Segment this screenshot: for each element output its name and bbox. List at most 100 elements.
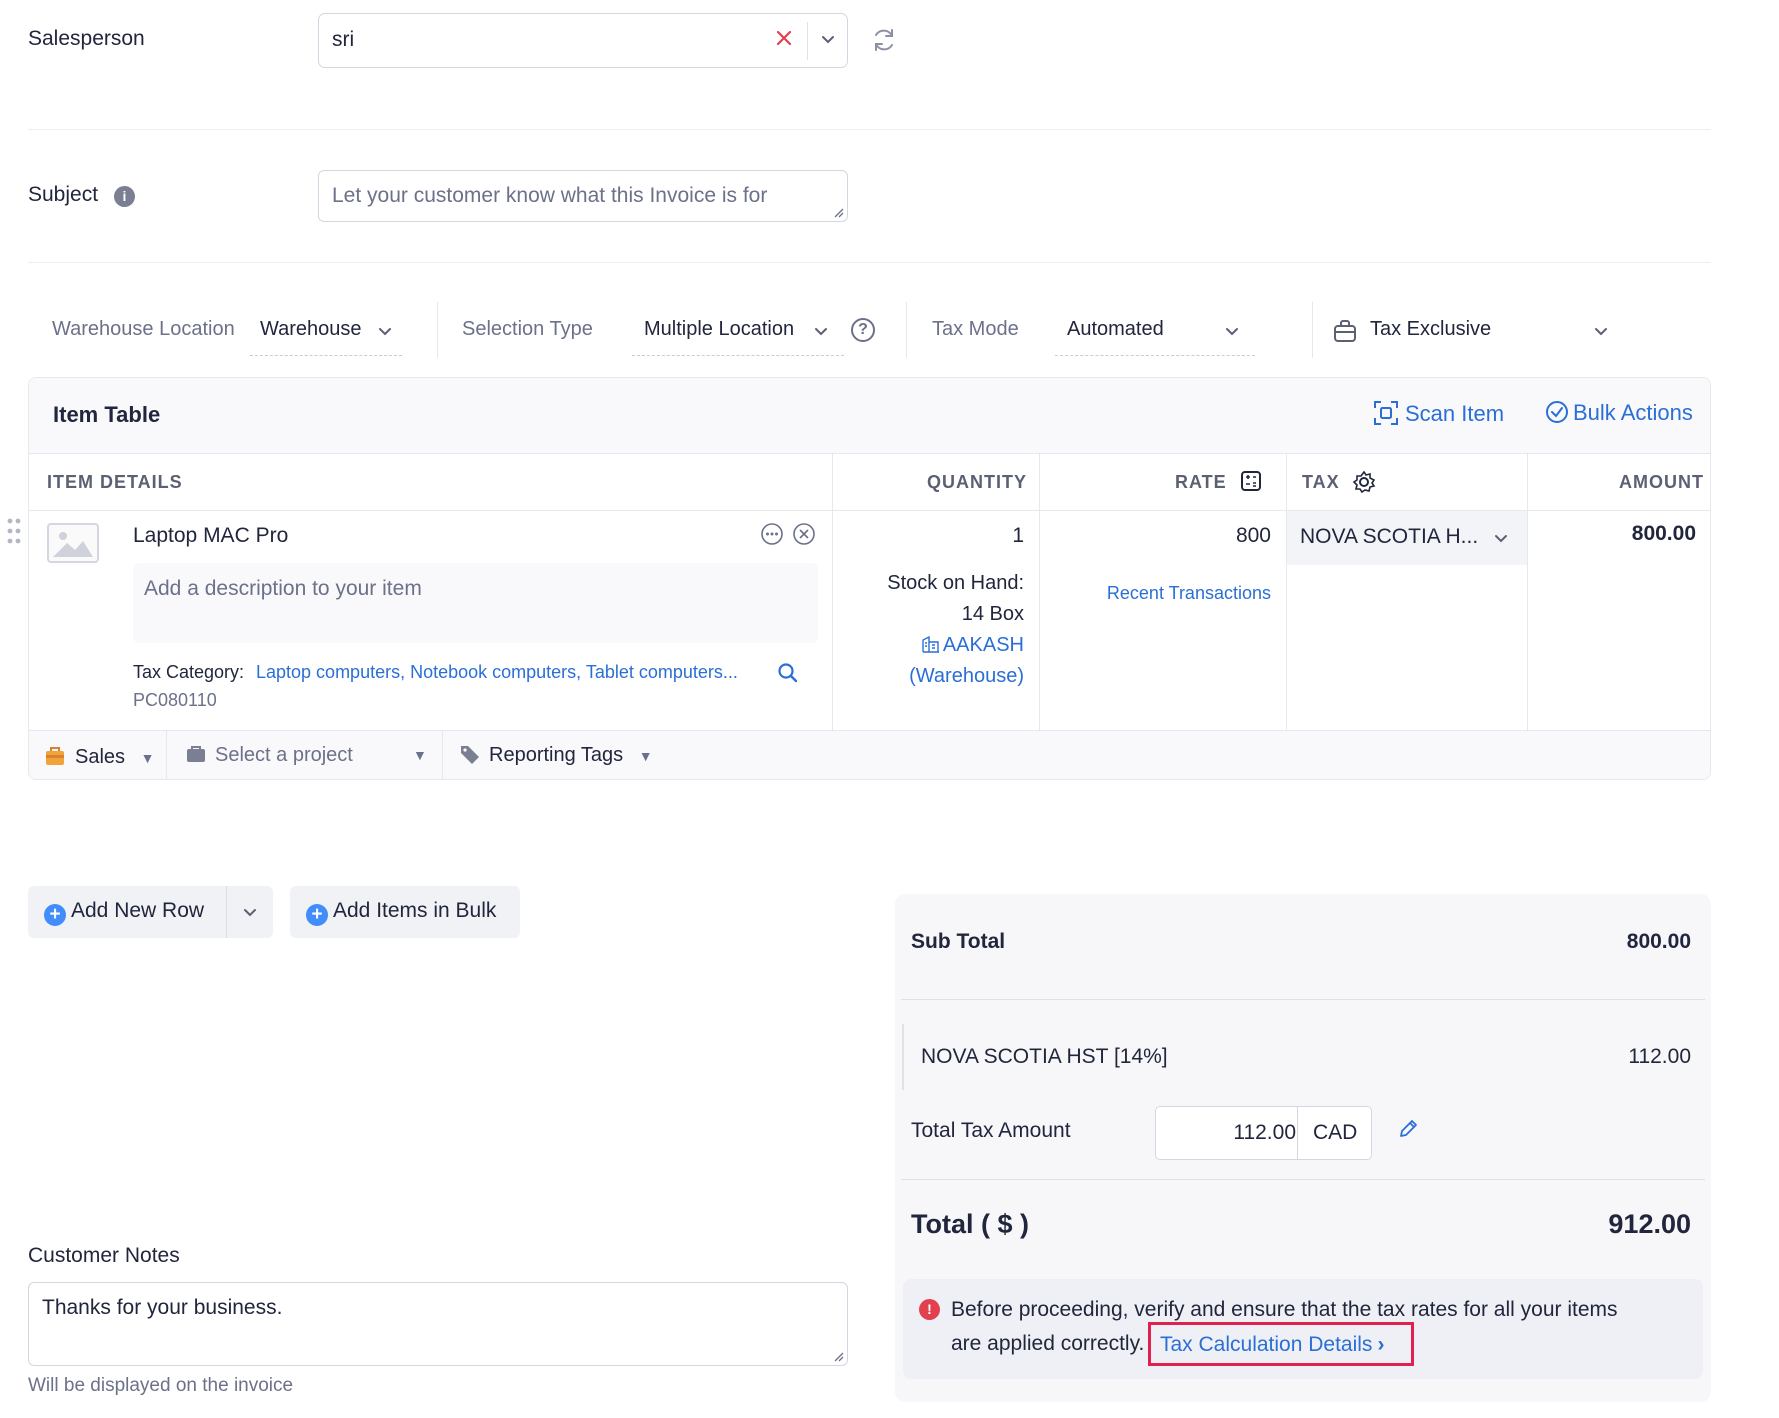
selection-type-value: Multiple Location [644,318,795,340]
tax-type-select[interactable]: Tax Exclusive [1330,306,1620,356]
settings-icon[interactable] [1352,470,1376,494]
tax-code: PC080110 [133,690,217,710]
remove-item-icon[interactable] [792,522,816,546]
clear-icon[interactable] [774,28,794,54]
summary-divider [901,999,1705,1000]
chevron-down-icon [1226,328,1238,336]
warning-icon: ! [919,1299,940,1320]
scan-icon [1374,401,1398,425]
item-table-title: Item Table [53,402,161,427]
currency-code: CAD [1313,1121,1358,1144]
notice-text-line-1: Before proceeding, verify and ensure tha… [951,1298,1618,1321]
tax-calculation-details-link[interactable]: Tax Calculation Details › [1148,1322,1414,1366]
plus-circle-icon: + [44,904,66,926]
warehouse-location-label: Warehouse Location [52,318,235,340]
col-divider [1527,454,1528,730]
tax-mode-value: Automated [1067,318,1164,340]
account-select[interactable]: Sales ▼ [43,743,154,769]
summary-divider [901,1179,1705,1180]
tax-notice: ! Before proceeding, verify and ensure t… [903,1279,1703,1379]
add-new-row-button[interactable]: + Add New Row [44,899,204,926]
warehouse-location-value: Warehouse [260,318,362,340]
help-icon[interactable]: ? [851,318,875,342]
salesperson-select[interactable]: sri [318,13,848,68]
customer-notes-label: Customer Notes [28,1244,180,1267]
customer-notes-input[interactable]: Thanks for your business. [28,1282,848,1366]
chevron-down-icon [815,328,827,336]
quantity-input[interactable]: 1 [832,524,1039,548]
col-divider [1286,454,1287,730]
selection-type-label: Selection Type [462,318,593,340]
resize-handle-icon[interactable] [832,1350,844,1362]
item-description-input[interactable]: Add a description to your item [133,563,818,643]
stock-location-link[interactable]: AAKASH [832,630,1024,661]
item-name[interactable]: Laptop MAC Pro [133,524,288,548]
rate-value: 800 [1235,524,1271,547]
item-row-footer: Sales ▼ Select a project ▼ Reporting Tag… [29,730,1710,779]
edit-pencil-icon[interactable] [1397,1118,1419,1140]
subtotal-value: 800.00 [1626,930,1691,953]
bag-icon [1334,320,1356,342]
plus-circle-icon: + [306,904,328,926]
tax-line-marker [902,1024,904,1090]
tax-category-link[interactable]: Laptop computers, Notebook computers, Ta… [256,662,738,683]
warehouse-location-select[interactable]: Warehouse [250,306,402,356]
info-icon[interactable]: i [114,186,135,207]
subject-input[interactable]: Let your customer know what this Invoice… [318,170,848,222]
caret-down-icon: ▼ [638,748,653,764]
selection-type-select[interactable]: Multiple Location [632,306,844,356]
subject-label: Subject [28,183,99,206]
project-select[interactable]: Select a project ▼ [185,743,427,767]
subtotal-label: Sub Total [911,930,1006,953]
stock-label: Stock on Hand: [887,572,1024,594]
project-placeholder: Select a project [215,744,353,766]
account-icon [46,747,64,765]
total-tax-input[interactable]: 112.00 [1156,1121,1296,1145]
bulk-actions-label: Bulk Actions [1573,400,1693,425]
total-tax-input-group: 112.00 CAD [1155,1106,1372,1160]
bulk-actions-button[interactable]: Bulk Actions [1545,400,1693,426]
item-table: Item Table Scan Item Bulk Actions ITEM D… [28,377,1711,780]
footer-divider [166,731,167,779]
tax-select[interactable]: NOVA SCOTIA H... [1287,511,1527,565]
quantity-value: 1 [1012,524,1024,547]
salesperson-label: Salesperson [28,27,145,50]
footer-divider [442,731,443,779]
drag-handle-icon[interactable] [6,517,22,547]
more-options-icon[interactable] [760,522,784,546]
tax-category-label: Tax Category: [133,662,245,682]
scan-item-label: Scan Item [1405,401,1505,426]
stock-info: Stock on Hand: 14 Box AAKASH (Warehouse) [832,568,1039,692]
resize-handle-icon[interactable] [832,206,844,218]
col-rate: RATE [1175,472,1227,492]
tax-calculation-details-label: Tax Calculation Details [1160,1333,1373,1356]
add-items-in-bulk-button[interactable]: + Add Items in Bulk [290,886,520,938]
briefcase-icon [187,746,205,762]
rate-input[interactable]: 800 [1039,524,1286,548]
chevron-down-icon [1595,328,1607,336]
select-divider [807,22,808,60]
chevron-down-icon[interactable] [241,903,259,921]
reporting-tags-select[interactable]: Reporting Tags ▼ [459,743,653,767]
tax-mode-label: Tax Mode [932,318,1019,340]
tax-mode-select[interactable]: Automated [1055,306,1255,356]
scan-item-button[interactable]: Scan Item [1373,400,1504,427]
amount-value: 800.00 [1631,522,1696,545]
total-label: Total ( $ ) [911,1209,1029,1239]
tax-line-label: NOVA SCOTIA HST [14%] [921,1045,1168,1068]
item-image-placeholder[interactable] [47,523,99,563]
toolbar-divider [1312,302,1313,358]
stock-location-type[interactable]: (Warehouse) [832,661,1024,692]
image-icon [53,532,93,557]
chevron-down-icon[interactable] [819,30,837,54]
calculator-icon[interactable] [1239,469,1263,493]
search-icon[interactable] [777,662,799,684]
customer-notes-value: Thanks for your business. [42,1296,283,1319]
account-value: Sales [75,746,126,768]
divider [28,129,1711,130]
button-divider [226,886,227,938]
refresh-icon[interactable] [871,27,897,59]
recent-transactions-link[interactable]: Recent Transactions [1039,583,1286,604]
summary-panel: Sub Total 800.00 NOVA SCOTIA HST [14%] 1… [895,894,1711,1402]
chevron-down-icon [379,328,391,336]
